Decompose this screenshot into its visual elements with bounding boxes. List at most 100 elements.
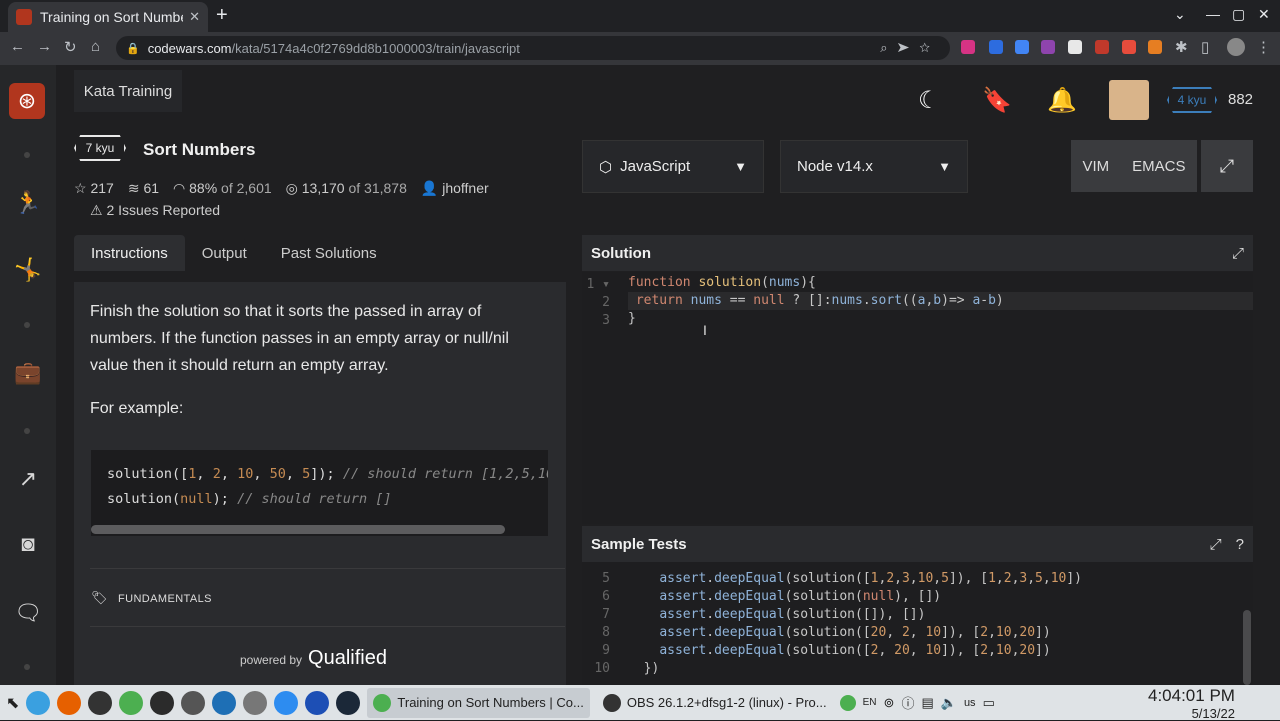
rail-dot bbox=[24, 152, 30, 158]
help-icon[interactable]: ? bbox=[1236, 536, 1244, 553]
mail-icon[interactable] bbox=[26, 690, 51, 715]
extension-icon[interactable] bbox=[1122, 40, 1136, 54]
metamask-icon[interactable] bbox=[1148, 40, 1162, 54]
code-scrollbar[interactable] bbox=[91, 525, 505, 534]
training-icon[interactable]: 🏃 bbox=[14, 190, 42, 216]
language-select[interactable]: ⬡ JavaScript ▼ bbox=[582, 140, 764, 193]
app-icon[interactable] bbox=[305, 690, 330, 715]
sample-tests-header: Sample Tests ⤢? bbox=[582, 526, 1253, 562]
chrome-icon[interactable] bbox=[119, 690, 144, 715]
user-icon: 👤 bbox=[420, 180, 443, 196]
stars-stat[interactable]: ☆ 217 bbox=[74, 180, 114, 197]
clock-date: 5/13/22 bbox=[1191, 706, 1235, 721]
vscode-icon[interactable] bbox=[212, 690, 237, 715]
collections-stat[interactable]: ≋ 61 bbox=[128, 180, 159, 197]
line-numbers: 5 6 7 8 9 10 bbox=[594, 571, 610, 676]
tests-scrollbar[interactable] bbox=[1243, 610, 1251, 685]
sidepanel-icon[interactable]: ▯ bbox=[1201, 38, 1209, 56]
terminal-icon[interactable] bbox=[150, 690, 175, 715]
obs-icon[interactable] bbox=[88, 690, 113, 715]
solution-header: Solution ⤢ bbox=[582, 235, 1253, 271]
layers-icon: ≋ bbox=[127, 180, 144, 196]
powered-by-qualified[interactable]: powered by Qualified bbox=[240, 647, 387, 670]
example-code-block: solution([1, 2, 10, 50, 5]); // should r… bbox=[91, 450, 548, 536]
chrome-tray-icon[interactable] bbox=[839, 694, 856, 711]
taskbar-chrome-window[interactable]: Training on Sort Numbers | Co... bbox=[367, 687, 590, 718]
line-numbers: 1 ▾ 2 3 bbox=[586, 277, 610, 328]
solution-code[interactable]: function solution(nums){ return nums == … bbox=[628, 274, 1004, 328]
extension-icon[interactable] bbox=[1041, 40, 1055, 54]
kata-stats: ☆ 217 ≋ 61 ◠ 88% of 2,601 ◎ 13,170 of 31… bbox=[74, 180, 489, 197]
satisfaction-total: of 2,601 bbox=[221, 180, 272, 196]
puzzle-icon[interactable]: ✱ bbox=[1175, 38, 1188, 56]
discord-icon[interactable]: ◙ bbox=[14, 531, 42, 557]
taskbar-clock[interactable]: 4:04:01 PM 5/13/22 bbox=[1148, 686, 1235, 721]
app-icon[interactable] bbox=[181, 690, 206, 715]
minimize-button[interactable]: — bbox=[1206, 6, 1220, 22]
tab-output[interactable]: Output bbox=[185, 235, 264, 271]
maximize-button[interactable]: ▢ bbox=[1232, 6, 1245, 23]
network-icon[interactable]: ⊚ bbox=[884, 695, 895, 711]
clipboard-icon[interactable]: ▤ bbox=[921, 695, 933, 711]
app-store-icon[interactable] bbox=[274, 690, 299, 715]
fullscreen-button[interactable]: ⤢ bbox=[1201, 140, 1253, 192]
vim-mode-button[interactable]: VIM bbox=[1082, 158, 1109, 175]
extension-icon[interactable] bbox=[1095, 40, 1109, 54]
kebab-menu-icon[interactable]: ⋮ bbox=[1256, 38, 1271, 56]
sample-tests-title: Sample Tests bbox=[591, 535, 687, 553]
tab-search-icon[interactable]: ⌄ bbox=[1174, 6, 1186, 23]
browser-tab-title: Training on Sort Numbers bbox=[40, 9, 183, 25]
author-stat[interactable]: 👤 jhoffner bbox=[421, 180, 489, 197]
codewars-logo[interactable]: ⊛ bbox=[9, 83, 45, 119]
rail-dot bbox=[24, 322, 30, 328]
kata-rank-badge: 7 kyu bbox=[74, 135, 126, 161]
emacs-mode-button[interactable]: EMACS bbox=[1132, 158, 1185, 175]
runtime-select[interactable]: Node v14.x ▼ bbox=[780, 140, 968, 193]
tag-fundamentals[interactable]: FUNDAMENTALS bbox=[118, 593, 212, 605]
profile-avatar[interactable] bbox=[1227, 38, 1245, 56]
firefox-icon[interactable] bbox=[57, 690, 82, 715]
extension-icon[interactable] bbox=[1068, 40, 1082, 54]
back-icon[interactable]: ← bbox=[10, 38, 25, 55]
chat-icon[interactable]: 🗨 bbox=[14, 600, 42, 626]
tab-past-solutions[interactable]: Past Solutions bbox=[264, 235, 394, 271]
browser-tab[interactable]: Training on Sort Numbers ✕ bbox=[8, 2, 208, 32]
kata-description: Finish the solution so that it sorts the… bbox=[90, 303, 509, 374]
keyboard-lang[interactable]: EN bbox=[863, 697, 877, 708]
sample-tests-code[interactable]: assert.deepEqual(solution([1,2,3,10,5]),… bbox=[628, 570, 1082, 678]
extension-icon[interactable] bbox=[961, 40, 975, 54]
info-icon[interactable]: ⓘ bbox=[901, 693, 914, 712]
extension-icon[interactable] bbox=[989, 40, 1003, 54]
expand-icon[interactable]: ⤢ bbox=[1210, 536, 1222, 553]
new-tab-button[interactable]: + bbox=[216, 4, 228, 27]
practice-icon[interactable]: 🤸 bbox=[14, 257, 42, 283]
volume-icon[interactable]: 🔈 bbox=[941, 695, 957, 711]
issues-link[interactable]: ⚠ 2 Issues Reported bbox=[90, 202, 220, 219]
app-menu-icon[interactable]: ⬉ bbox=[6, 693, 19, 713]
close-window-button[interactable]: ✕ bbox=[1258, 6, 1270, 23]
home-icon[interactable]: ⌂ bbox=[91, 38, 100, 55]
omnibox-actions[interactable]: ⌕➤☆ bbox=[880, 40, 940, 56]
dark-mode-icon[interactable]: ☾ bbox=[918, 86, 940, 115]
bookmark-icon[interactable]: 🔖 bbox=[982, 86, 1012, 115]
user-avatar[interactable] bbox=[1109, 80, 1149, 120]
leaderboard-icon[interactable]: ↗ bbox=[14, 466, 42, 492]
battery-icon[interactable]: ▭ bbox=[983, 695, 995, 711]
forward-icon[interactable]: → bbox=[37, 38, 52, 55]
satisfaction-stat: ◠ 88% of 2,601 bbox=[173, 180, 272, 197]
app-icon[interactable] bbox=[243, 690, 268, 715]
briefcase-icon[interactable]: 💼 bbox=[14, 360, 42, 386]
runtime-value: Node v14.x bbox=[797, 158, 873, 175]
close-tab-icon[interactable]: ✕ bbox=[189, 9, 200, 25]
notification-bell-icon[interactable]: 🔔 bbox=[1047, 86, 1077, 115]
os-taskbar: ⬉ Training on Sort Numbers | Co... OBS 2… bbox=[0, 685, 1280, 720]
keyboard-layout[interactable]: us bbox=[964, 697, 976, 709]
expand-icon[interactable]: ⤢ bbox=[1232, 245, 1244, 262]
steam-icon[interactable] bbox=[336, 690, 361, 715]
taskbar-obs-window[interactable]: OBS 26.1.2+dfsg1-2 (linux) - Pro... bbox=[597, 688, 833, 718]
translate-icon[interactable] bbox=[1015, 40, 1029, 54]
reload-icon[interactable]: ↻ bbox=[64, 38, 77, 56]
address-bar[interactable]: 🔒 codewars.com /kata/5174a4c0f2769dd8b10… bbox=[116, 36, 950, 60]
tab-instructions[interactable]: Instructions bbox=[74, 235, 185, 271]
example-label: For example: bbox=[90, 400, 184, 417]
